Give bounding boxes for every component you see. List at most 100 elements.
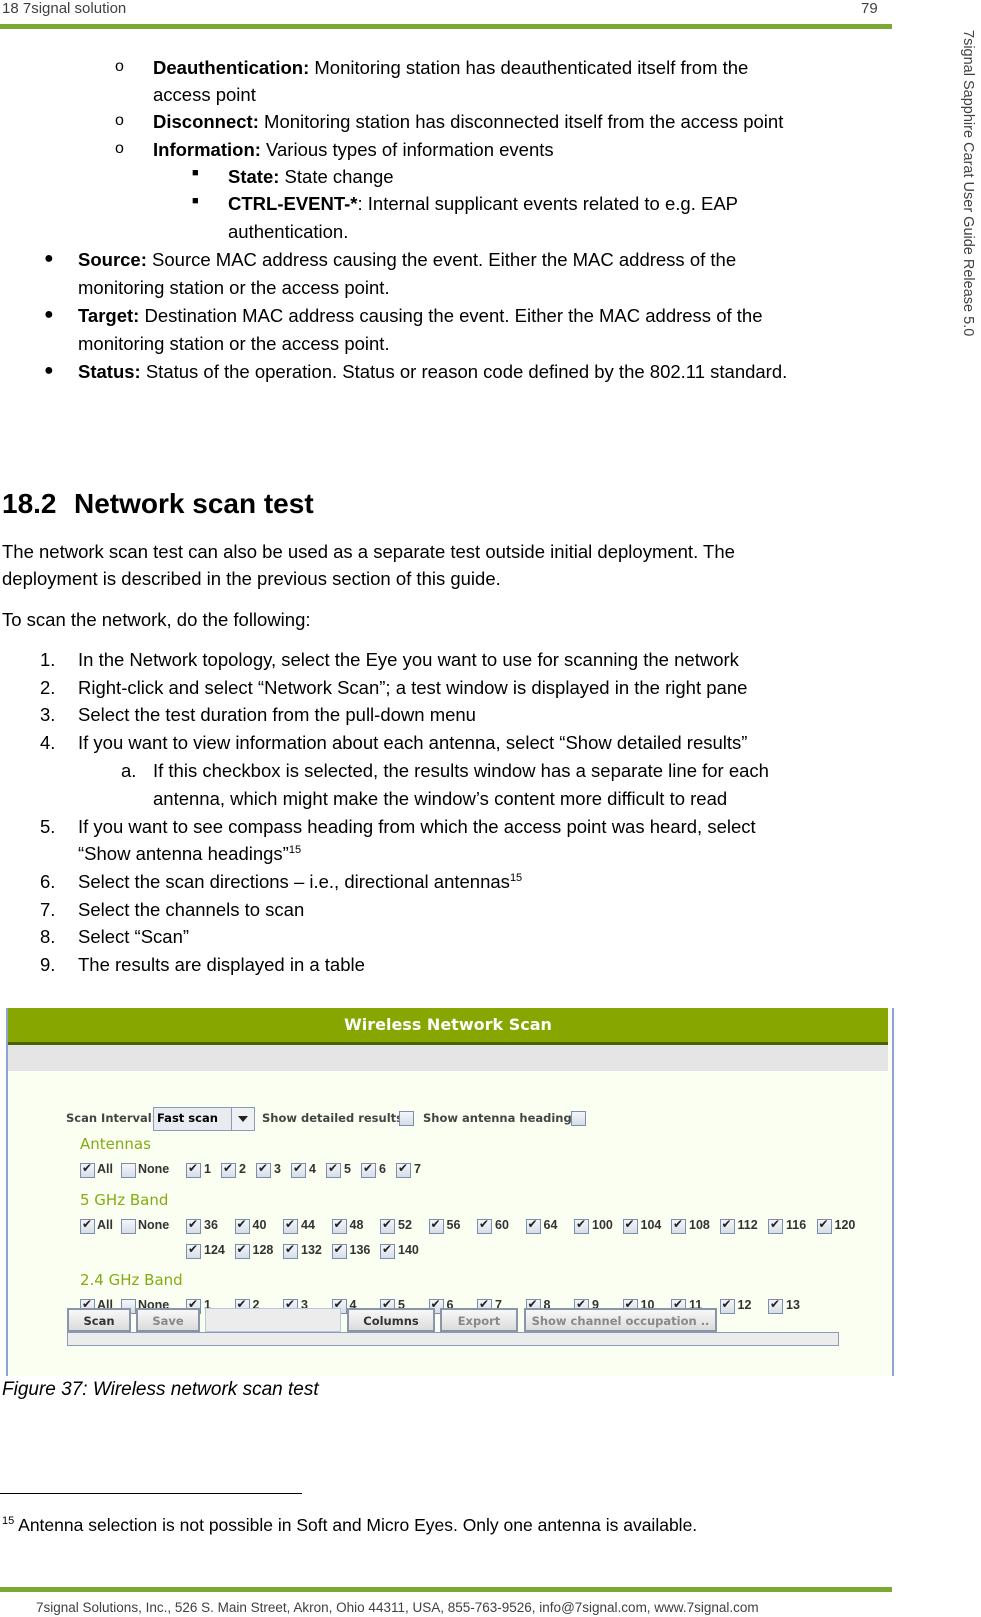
antenna-label: 6 xyxy=(379,1162,386,1176)
channel5-checkbox-140[interactable] xyxy=(380,1242,395,1259)
channel5-label: 112 xyxy=(737,1218,758,1232)
channel5-checkbox-48[interactable] xyxy=(331,1217,347,1234)
antenna-label: 5 xyxy=(344,1162,351,1176)
channel5-checkbox-120[interactable] xyxy=(816,1217,832,1234)
columns-button[interactable]: Columns xyxy=(347,1308,435,1332)
term: Status: xyxy=(78,361,141,382)
step-text-cont: “Show antenna headings”15 xyxy=(78,843,301,865)
channel5-checkbox-52[interactable] xyxy=(380,1217,395,1234)
channel5-label: 116 xyxy=(786,1218,807,1232)
definition: Various types of information events xyxy=(260,139,554,160)
show-detailed-checkbox[interactable] xyxy=(399,1111,414,1126)
footnote-text: Antenna selection is not possible in Sof… xyxy=(14,1515,698,1535)
channel5-label: 140 xyxy=(398,1243,419,1257)
antenna-label: 4 xyxy=(309,1162,316,1176)
step-text: Select the test duration from the pull-d… xyxy=(78,704,476,725)
wireless-network-scan-window: Wireless Network Scan Scan Interval: Fas… xyxy=(6,1008,894,1376)
step-number: 6. xyxy=(40,871,56,892)
footnote-ref[interactable]: 15 xyxy=(289,844,301,856)
show-headings-checkbox[interactable] xyxy=(571,1111,586,1126)
channel5-checkbox-40[interactable] xyxy=(234,1217,250,1234)
show-headings-label: Show antenna headings: xyxy=(423,1111,584,1125)
antenna-label: 1 xyxy=(204,1162,211,1176)
footnote-ref[interactable]: 15 xyxy=(510,872,522,884)
channel5-label: 48 xyxy=(349,1218,364,1232)
antenna-checkbox-2[interactable] xyxy=(221,1161,236,1178)
step-number: 2. xyxy=(40,677,56,698)
list-item-cont: authentication. xyxy=(228,221,349,242)
footer-text: 7signal Solutions, Inc., 526 S. Main Str… xyxy=(36,1600,759,1615)
channel5-label: 124 xyxy=(204,1243,225,1257)
antennas-all-checkbox[interactable] xyxy=(80,1161,95,1178)
band5-none-checkbox[interactable] xyxy=(121,1219,136,1234)
intro-line-1: The network scan test can also be used a… xyxy=(2,541,735,562)
antenna-checkbox-1[interactable] xyxy=(186,1161,201,1178)
list-item: Deauthentication: Monitoring station has… xyxy=(153,57,748,79)
step-text: Select the scan directions – i.e., direc… xyxy=(78,871,522,893)
channel5-label: 136 xyxy=(349,1243,371,1257)
show-channel-occupation-button[interactable]: Show channel occupation .. xyxy=(524,1308,717,1332)
list-item: CTRL-EVENT-*: Internal supplicant events… xyxy=(228,193,738,215)
definition: Monitoring station has deauthenticated i… xyxy=(309,57,749,78)
square-bullet-icon: ■ xyxy=(192,195,199,207)
step-text: If you want to see compass heading from … xyxy=(78,816,756,837)
antenna-checkbox-5[interactable] xyxy=(326,1161,341,1178)
channel5-checkbox-36[interactable] xyxy=(186,1217,201,1234)
channel24-checkbox-12[interactable] xyxy=(719,1297,735,1314)
antennas-heading: Antennas xyxy=(80,1135,151,1153)
export-button[interactable]: Export xyxy=(440,1308,518,1332)
side-title: 7signal Sapphire Carat User Guide Releas… xyxy=(958,30,978,410)
channel5-checkbox-128[interactable] xyxy=(234,1242,250,1259)
list-item-cont: monitoring station or the access point. xyxy=(78,333,390,354)
step-number: a. xyxy=(121,760,137,781)
step-number: 4. xyxy=(40,732,56,753)
channel5-checkbox-104[interactable] xyxy=(622,1217,638,1234)
antenna-label: 2 xyxy=(239,1162,246,1176)
show-detailed-label: Show detailed results: xyxy=(262,1111,408,1125)
step-number: 1. xyxy=(40,649,56,670)
scan-button[interactable]: Scan xyxy=(67,1308,131,1332)
channel5-label: 108 xyxy=(689,1218,710,1232)
header-rule xyxy=(0,24,892,29)
save-button[interactable]: Save xyxy=(136,1308,200,1332)
term: Target: xyxy=(78,305,140,326)
channel24-checkbox-13[interactable] xyxy=(768,1297,783,1314)
window-toolbar-strip xyxy=(8,1045,888,1071)
channel5-checkbox-116[interactable] xyxy=(768,1217,783,1234)
channel5-checkbox-108[interactable] xyxy=(671,1217,686,1234)
channel5-label: 104 xyxy=(640,1218,662,1232)
step-text: The results are displayed in a table xyxy=(78,954,365,975)
channel5-checkbox-124[interactable] xyxy=(186,1242,201,1259)
antenna-checkbox-6[interactable] xyxy=(361,1161,376,1178)
band5-all-checkbox[interactable] xyxy=(80,1217,95,1234)
channel5-checkbox-132[interactable] xyxy=(283,1242,298,1259)
channel5-checkbox-136[interactable] xyxy=(331,1242,347,1259)
step-number: 7. xyxy=(40,899,56,920)
channel5-label: 44 xyxy=(301,1218,315,1232)
scan-interval-select[interactable]: Fast scan xyxy=(153,1107,255,1131)
bullet-icon: ● xyxy=(44,250,54,267)
channel5-checkbox-100[interactable] xyxy=(574,1217,589,1234)
bullet-icon: ● xyxy=(44,306,54,323)
filter-input[interactable] xyxy=(205,1308,341,1332)
antenna-checkbox-7[interactable] xyxy=(396,1161,411,1178)
step-text: Right-click and select “Network Scan”; a… xyxy=(78,677,748,698)
chevron-down-icon[interactable] xyxy=(231,1108,254,1130)
status-bar xyxy=(67,1332,839,1346)
footnote: 15 Antenna selection is not possible in … xyxy=(2,1515,697,1536)
antennas-all-label: All xyxy=(97,1162,113,1176)
antennas-none-checkbox[interactable] xyxy=(121,1163,136,1178)
channel5-checkbox-64[interactable] xyxy=(525,1217,541,1234)
list-item: Information: Various types of informatio… xyxy=(153,139,554,161)
channel5-label: 56 xyxy=(446,1218,461,1232)
list-item: Status: Status of the operation. Status … xyxy=(78,361,787,383)
channel5-checkbox-44[interactable] xyxy=(283,1217,298,1234)
channel5-checkbox-60[interactable] xyxy=(477,1217,492,1234)
step-text: Select the channels to scan xyxy=(78,899,305,920)
channel5-checkbox-56[interactable] xyxy=(428,1217,444,1234)
channel5-checkbox-112[interactable] xyxy=(719,1217,735,1234)
definition: Monitoring station has disconnected itse… xyxy=(258,111,784,132)
antenna-checkbox-4[interactable] xyxy=(291,1161,306,1178)
antenna-checkbox-3[interactable] xyxy=(256,1161,271,1178)
scan-interval-label: Scan Interval: xyxy=(66,1111,157,1125)
